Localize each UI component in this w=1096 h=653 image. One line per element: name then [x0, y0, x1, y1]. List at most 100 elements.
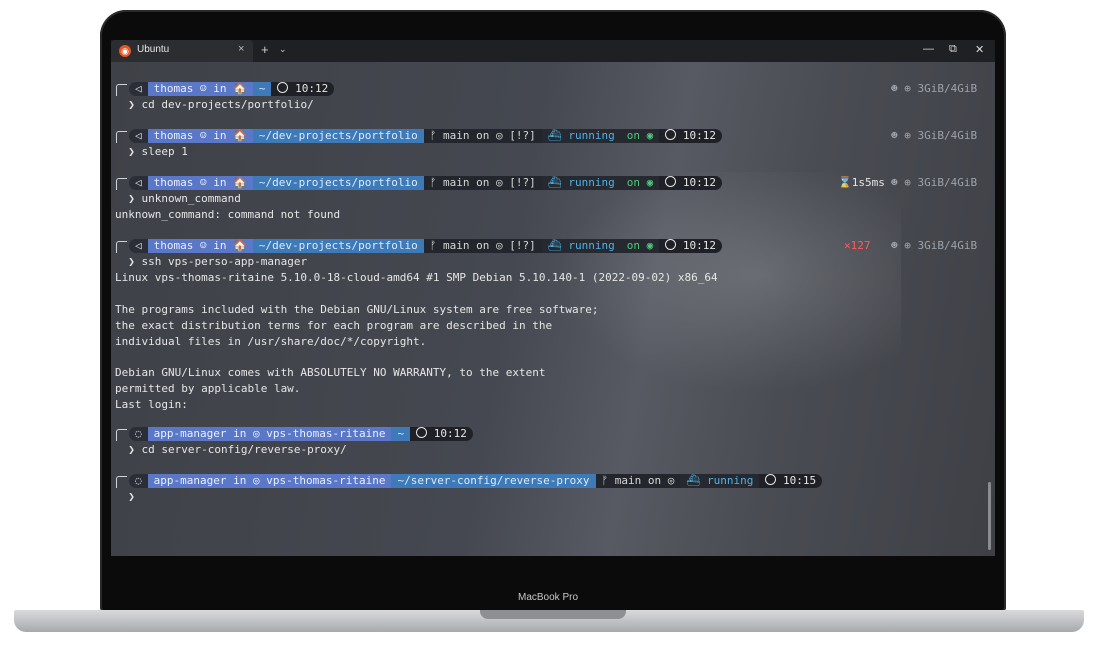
prompt-docker: ⛴ running — [541, 239, 621, 253]
tab-title: Ubuntu — [137, 44, 170, 55]
prompt-node: on ◉ — [620, 239, 660, 253]
prompt-node: on ◉ — [620, 176, 660, 190]
megaphone-icon: ◁ — [129, 239, 148, 253]
prompt-time: 10:12 — [271, 82, 335, 96]
prompt-git: ᚠ main on ◎ — [595, 474, 681, 488]
prompt-path: ~/dev-projects/portfolio — [252, 176, 424, 190]
prompt-docker: ⛴ running — [680, 474, 760, 488]
prompt-docker: ⛴ running — [541, 176, 621, 190]
scrollbar[interactable] — [988, 482, 991, 550]
prompt-line: ◁ thomas ☺ in 🏠 ~ 10:12 — [115, 82, 335, 96]
hourglass-icon: ⌛ — [838, 176, 852, 189]
output-line: individual files in /usr/share/doc/*/cop… — [115, 335, 427, 348]
prompt-path: ~/dev-projects/portfolio — [252, 129, 424, 143]
command-line: ❯ cd server-config/reverse-proxy/ — [115, 443, 347, 456]
prompt-time: 10:12 — [659, 176, 722, 190]
debian-icon: ◌ — [129, 474, 148, 488]
megaphone-icon: ◁ — [129, 176, 148, 190]
prompt-time: 10:12 — [659, 239, 722, 253]
prompt-path: ~ — [391, 427, 411, 441]
tab-dropdown-button[interactable]: ⌄ — [279, 44, 287, 55]
output-line: The programs included with the Debian GN… — [115, 303, 599, 316]
clock-icon — [665, 176, 677, 187]
exit-code: ✕127 — [844, 239, 871, 252]
prompt-line: ◌ app-manager in ◎ vps-thomas-ritaine ~/se… — [115, 474, 823, 488]
home-icon: 🏠 — [233, 239, 247, 252]
home-icon: 🏠 — [233, 129, 247, 142]
prompt-time: 10:15 — [759, 474, 823, 488]
prompt-user: app-manager in ◎ vps-thomas-ritaine — [147, 427, 392, 441]
terminal-window: ◉ Ubuntu × + ⌄ — ⧉ ✕ ◁ thomas ☺ in 🏠 ~ 10:… — [111, 40, 995, 556]
memory-usage: ☻ ⊕ 3GiB/4GiB — [891, 129, 978, 142]
docker-icon: ⛴ — [686, 474, 701, 487]
command-line: ❯ unknown_command — [115, 192, 241, 205]
git-branch-icon: ᚠ — [429, 129, 437, 142]
maximize-button[interactable]: ⧉ — [949, 43, 957, 56]
command-input[interactable]: ❯ — [115, 490, 142, 503]
laptop-notch — [480, 610, 626, 619]
clock-icon — [416, 427, 428, 438]
prompt-line: ◁ thomas ☺ in 🏠 ~/dev-projects/portfolio ᚠ … — [115, 129, 722, 143]
command-output: unknown_command: command not found — [115, 208, 341, 221]
prompt-git: ᚠ main on ◎ [!?] — [423, 239, 542, 253]
prompt-git: ᚠ main on ◎ [!?] — [423, 129, 542, 143]
prompt-line: ◁ thomas ☺ in 🏠 ~/dev-projects/portfolio ᚠ … — [115, 239, 722, 253]
home-icon: 🏠 — [233, 176, 247, 189]
command-line: ❯ cd dev-projects/portfolio/ — [115, 98, 314, 111]
prompt-path: ~ — [252, 82, 272, 96]
clock-icon — [765, 474, 777, 485]
megaphone-icon: ◁ — [129, 82, 148, 96]
github-icon: ◎ — [496, 129, 503, 142]
memory-usage: ☻ ⊕ 3GiB/4GiB — [891, 82, 978, 95]
command-line: ❯ ssh vps-perso-app-manager — [115, 255, 308, 268]
output-line: Last login: — [115, 398, 188, 411]
docker-icon: ⛴ — [547, 129, 562, 142]
terminal-content[interactable]: ◁ thomas ☺ in 🏠 ~ 10:12 ☻ ⊕ 3GiB/4GiB ❯ cd… — [111, 62, 995, 556]
memory-usage: ☻ ⊕ 3GiB/4GiB — [891, 239, 978, 252]
background-image — [541, 172, 901, 402]
laptop-brand: MacBook Pro — [517, 592, 579, 603]
home-icon: 🏠 — [233, 82, 247, 95]
prompt-path: ~/dev-projects/portfolio — [252, 239, 424, 253]
prompt-user: thomas ☺ in 🏠 — [147, 176, 253, 190]
prompt-time: 10:12 — [410, 427, 473, 441]
tab-close-button[interactable]: × — [238, 43, 244, 55]
prompt-time: 10:12 — [659, 129, 722, 143]
new-tab-button[interactable]: + — [261, 42, 269, 57]
prompt-line: ◁ thomas ☺ in 🏠 ~/dev-projects/portfolio ᚠ … — [115, 176, 722, 190]
git-branch-icon: ᚠ — [429, 239, 437, 252]
close-button[interactable]: ✕ — [975, 43, 984, 56]
node-icon: ◉ — [646, 176, 654, 189]
title-bar: ◉ Ubuntu × + ⌄ — ⧉ ✕ — [111, 40, 995, 62]
prompt-user: thomas ☺ in 🏠 — [147, 129, 253, 143]
prompt-user: thomas ☺ in 🏠 — [147, 82, 253, 96]
memory-usage: ☻ ⊕ 3GiB/4GiB — [891, 176, 978, 189]
github-icon: ◎ — [496, 176, 503, 189]
node-icon: ◉ — [646, 239, 654, 252]
output-line: Linux vps-thomas-ritaine 5.10.0-18-cloud… — [115, 271, 718, 284]
command-line: ❯ sleep 1 — [115, 145, 188, 158]
clock-icon — [665, 129, 677, 140]
output-line: Debian GNU/Linux comes with ABSOLUTELY N… — [115, 366, 546, 379]
ubuntu-icon: ◉ — [119, 45, 131, 57]
prompt-git: ᚠ main on ◎ [!?] — [423, 176, 542, 190]
command-duration: ⌛1s5ms — [838, 176, 885, 189]
prompt-docker: ⛴ running — [541, 129, 621, 143]
prompt-user: app-manager in ◎ vps-thomas-ritaine — [147, 474, 392, 488]
github-icon: ◎ — [667, 474, 675, 487]
docker-icon: ⛴ — [547, 239, 562, 252]
clock-icon — [277, 82, 289, 93]
clock-icon — [665, 239, 677, 250]
tab-ubuntu[interactable]: ◉ Ubuntu × — [111, 40, 253, 62]
github-icon: ◎ — [496, 239, 503, 252]
megaphone-icon: ◁ — [129, 129, 148, 143]
output-line: permitted by applicable law. — [115, 382, 301, 395]
git-branch-icon: ᚠ — [601, 474, 609, 487]
output-line: the exact distribution terms for each pr… — [115, 319, 553, 332]
debian-icon: ◌ — [129, 427, 148, 441]
prompt-line: ◌ app-manager in ◎ vps-thomas-ritaine ~ 10… — [115, 427, 473, 441]
prompt-user: thomas ☺ in 🏠 — [147, 239, 253, 253]
docker-icon: ⛴ — [547, 176, 562, 189]
minimize-button[interactable]: — — [923, 43, 934, 55]
prompt-path: ~/server-config/reverse-proxy — [391, 474, 596, 488]
